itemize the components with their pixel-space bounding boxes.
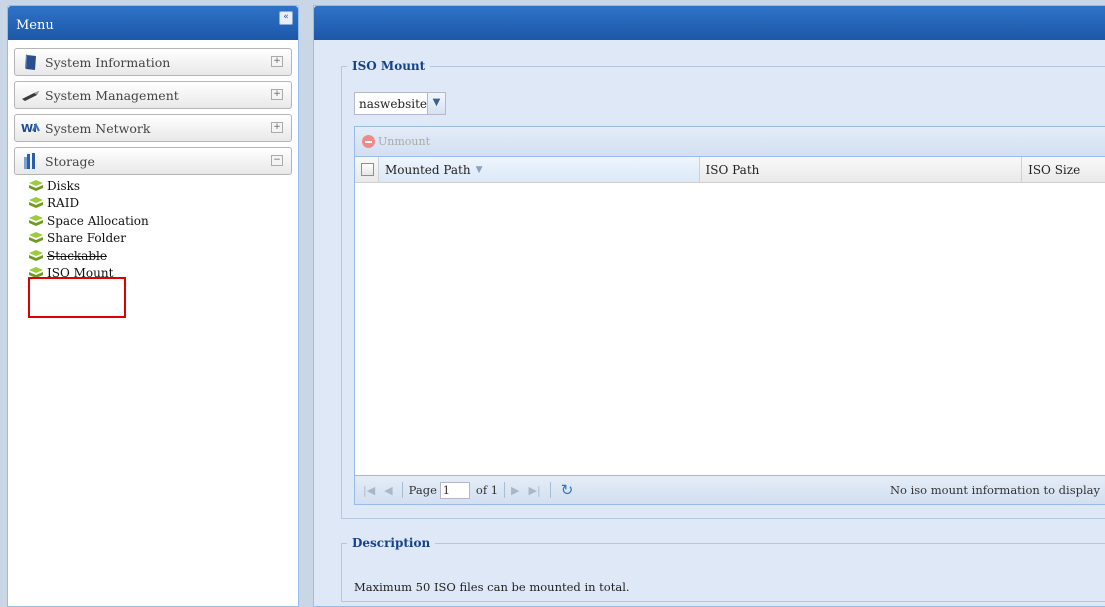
sidebar-item-share-folder[interactable]: Share Folder (28, 230, 292, 248)
menu-title: Menu (16, 18, 54, 33)
description-fieldset: Description Maximum 50 ISO files can be … (341, 536, 1105, 602)
sidebar-item-label: RAID (47, 196, 80, 211)
sidebar-item-raid[interactable]: RAID (28, 195, 292, 213)
sort-desc-icon[interactable]: ▼ (476, 165, 483, 175)
separator (549, 482, 551, 498)
sidebar-item-stackable[interactable]: Stackable (28, 247, 292, 265)
select-all-checkbox[interactable] (361, 163, 374, 176)
column-header-mounted-path[interactable]: Mounted Path ▼ (378, 157, 700, 182)
last-page-icon[interactable]: ▶| (529, 484, 541, 497)
unmount-icon (362, 135, 375, 148)
column-header-label: ISO Path (705, 162, 760, 177)
highlight-box (28, 277, 126, 318)
share-select-value: naswebsite (359, 96, 428, 111)
description-text: Maximum 50 ISO files can be mounted in t… (354, 580, 630, 594)
sidebar-item-space-allocation[interactable]: Space Allocation (28, 212, 292, 230)
sidebar-item-label: Stackable (47, 248, 107, 263)
chevron-down-icon[interactable]: ▼ (427, 93, 445, 114)
expand-icon[interactable]: + (271, 56, 283, 67)
wrench-icon (22, 91, 39, 101)
expand-icon[interactable]: + (271, 122, 283, 133)
storage-icon (24, 153, 35, 169)
first-page-icon[interactable]: |◀ (363, 484, 375, 497)
menu-group-system-information[interactable]: System Information + (14, 48, 292, 76)
grid-toolbar: Unmount (355, 127, 1105, 157)
empty-message: No iso mount information to display (889, 483, 1100, 497)
prev-page-icon[interactable]: ◀ (384, 484, 392, 497)
menu-group-system-network[interactable]: Wi System Network + (14, 114, 292, 142)
unmount-button[interactable]: Unmount (378, 135, 430, 148)
sidebar-item-label: Space Allocation (47, 213, 149, 228)
disk-stack-icon (29, 197, 43, 209)
refresh-icon[interactable]: ↻ (561, 481, 574, 499)
page-of-label: of 1 (475, 483, 499, 497)
menu-header: Menu « (8, 6, 298, 40)
sidebar-item-label: Disks (47, 178, 81, 193)
grid-header: Mounted Path ▼ ISO Path ISO Size (355, 157, 1105, 183)
select-all-cell (355, 157, 379, 182)
storage-subitems: Disks RAID Space Allocation Share Folder… (14, 177, 292, 282)
column-header-iso-path[interactable]: ISO Path (700, 157, 1023, 182)
next-page-icon[interactable]: ▶ (511, 484, 519, 497)
menu-group-system-management[interactable]: System Management + (14, 81, 292, 109)
iso-mount-grid: Unmount Mounted Path ▼ ISO Path ISO Size… (354, 126, 1105, 505)
content-panel: ISO Mount naswebsite ▼ Unmount Mounted P… (313, 5, 1105, 607)
menu-group-label: System Network (45, 120, 151, 136)
menu-group-label: System Management (45, 87, 179, 103)
menu-group-label: System Information (45, 54, 171, 70)
disk-stack-icon (29, 232, 43, 244)
column-header-iso-size[interactable]: ISO Size (1022, 157, 1105, 182)
expand-icon[interactable]: + (271, 89, 283, 100)
disk-stack-icon (29, 249, 43, 261)
column-header-label: Mounted Path (384, 162, 471, 177)
disk-stack-icon (29, 179, 43, 191)
column-header-label: ISO Size (1028, 162, 1081, 177)
collapse-icon[interactable]: − (271, 155, 283, 166)
share-select[interactable]: naswebsite ▼ (354, 92, 446, 115)
page-number-input[interactable]: 1 (439, 481, 470, 499)
network-icon: Wi (21, 122, 40, 135)
separator (504, 482, 506, 498)
content-header (314, 6, 1105, 40)
page-label: Page (408, 483, 437, 497)
book-icon (25, 54, 36, 70)
menu-group-label: Storage (45, 153, 95, 169)
disk-stack-icon (29, 214, 43, 226)
sidebar-item-label: Share Folder (47, 231, 127, 246)
iso-mount-legend: ISO Mount (352, 59, 426, 73)
collapse-menu-icon[interactable]: « (279, 11, 293, 25)
paging-toolbar: |◀ ◀ Page 1 of 1 ▶ ▶| ↻ No iso mount inf… (355, 475, 1105, 504)
separator (401, 482, 403, 498)
sidebar-item-disks[interactable]: Disks (28, 177, 292, 195)
menu-group-storage[interactable]: Storage − (14, 147, 292, 175)
description-legend: Description (352, 536, 431, 550)
